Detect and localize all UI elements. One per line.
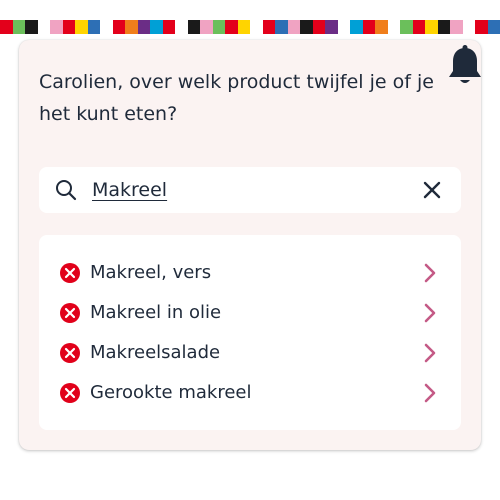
stripe-segment (312, 20, 325, 34)
stripe-segment (475, 20, 488, 34)
x-circle-icon (60, 263, 80, 283)
stripe-segment (0, 20, 13, 34)
list-item-label: Gerookte makreel (90, 382, 252, 403)
x-circle-icon (60, 303, 80, 323)
results-list: Makreel, vers Makreel in olie Makreelsal… (39, 235, 461, 430)
stripe-segment (100, 20, 113, 34)
stripe-segment (387, 20, 400, 34)
stripe-segment (25, 20, 38, 34)
list-item-label: Makreelsalade (90, 342, 221, 363)
stripe-segment (12, 20, 25, 34)
stripe-segment (275, 20, 288, 34)
list-item-label: Makreel in olie (90, 302, 222, 323)
chevron-right-icon (424, 383, 436, 403)
stripe-segment (162, 20, 175, 34)
stripe-segment (212, 20, 225, 34)
chevron-right-icon (424, 263, 436, 283)
stripe-segment (50, 20, 63, 34)
stripe-segment (75, 20, 88, 34)
question-heading: Carolien, over welk product twijfel je o… (39, 71, 434, 125)
stripe-segment (187, 20, 200, 34)
stripe-segment (250, 20, 263, 34)
stripe-segment (375, 20, 388, 34)
stripe-segment (112, 20, 125, 34)
x-circle-icon (60, 383, 80, 403)
chevron-right-icon (424, 303, 436, 323)
stripe-segment (137, 20, 150, 34)
stripe-segment (450, 20, 463, 34)
stripe-segment (337, 20, 350, 34)
stripe-segment (150, 20, 163, 34)
stripe-segment (350, 20, 363, 34)
stripe-segment (125, 20, 138, 34)
list-item[interactable]: Makreel in olie (39, 295, 461, 331)
stripe-segment (237, 20, 250, 34)
stripe-segment (462, 20, 475, 34)
decorative-color-stripe (0, 20, 500, 34)
stripe-segment (87, 20, 100, 34)
stripe-segment (62, 20, 75, 34)
stripe-segment (412, 20, 425, 34)
list-item[interactable]: Makreel, vers (39, 255, 461, 291)
list-item[interactable]: Makreelsalade (39, 335, 461, 371)
search-icon (56, 180, 77, 201)
x-circle-icon (60, 343, 80, 363)
stripe-segment (287, 20, 300, 34)
stripe-segment (300, 20, 313, 34)
search-input[interactable] (92, 176, 392, 204)
stripe-segment (37, 20, 50, 34)
close-icon[interactable] (422, 180, 442, 200)
stripe-segment (437, 20, 450, 34)
search-box[interactable] (39, 167, 461, 213)
stripe-segment (487, 20, 500, 34)
stripe-segment (262, 20, 275, 34)
stripe-segment (200, 20, 213, 34)
stripe-segment (400, 20, 413, 34)
list-item[interactable]: Gerookte makreel (39, 375, 461, 411)
list-item-label: Makreel, vers (90, 262, 212, 283)
stripe-segment (225, 20, 238, 34)
chevron-right-icon (424, 343, 436, 363)
stripe-segment (325, 20, 338, 34)
stripe-segment (362, 20, 375, 34)
stripe-segment (175, 20, 188, 34)
stripe-segment (425, 20, 438, 34)
